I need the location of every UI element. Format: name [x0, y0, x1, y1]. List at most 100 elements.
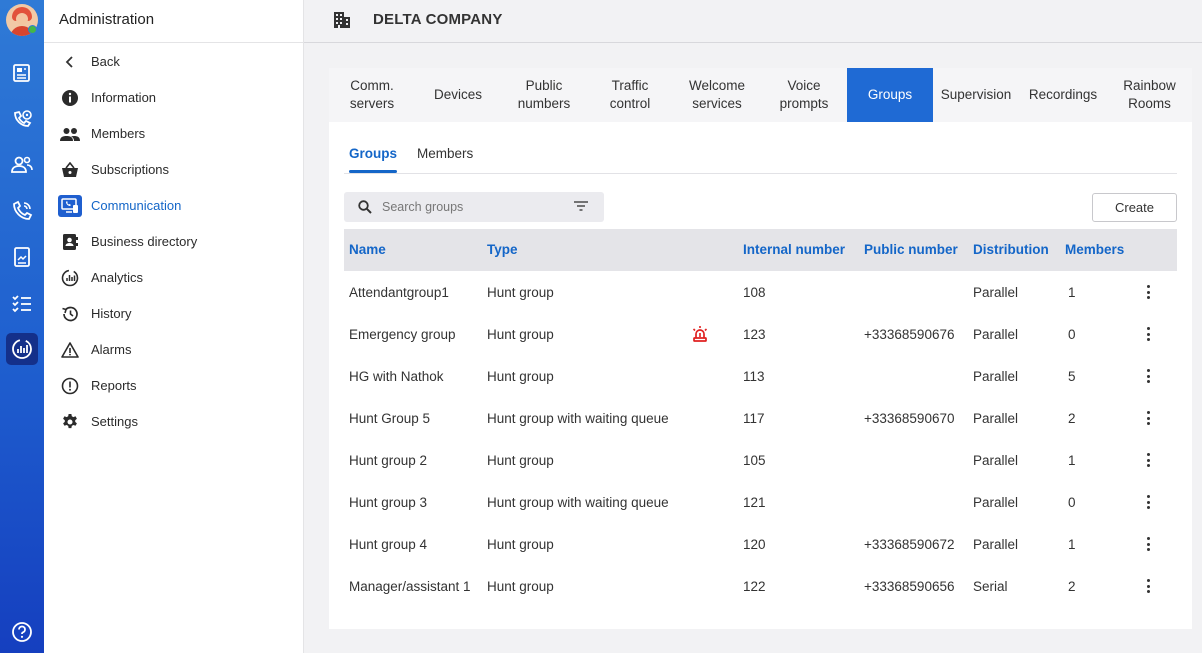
tab-label: Rainbow Rooms [1123, 78, 1176, 111]
column-header-internal-number[interactable]: Internal number [743, 242, 845, 257]
create-button[interactable]: Create [1092, 193, 1177, 222]
tab-voice-prompts[interactable]: Voice prompts [761, 68, 847, 122]
cell-name: Emergency group [349, 327, 456, 342]
admin-dashboard-icon[interactable] [6, 333, 38, 365]
tab-traffic-control[interactable]: Traffic control [587, 68, 673, 122]
cell-distribution: Serial [973, 579, 1008, 594]
cell-type: Hunt group [487, 369, 554, 384]
cell-name: HG with Nathok [349, 369, 444, 384]
call-icon[interactable] [6, 195, 38, 227]
subtab-members[interactable]: Members [417, 146, 473, 161]
directory-icon [60, 232, 80, 252]
people-icon [60, 124, 80, 144]
menu-item-analytics[interactable]: Analytics [44, 264, 304, 292]
menu-item-business-directory[interactable]: Business directory [44, 228, 304, 256]
cell-type: Hunt group [487, 453, 554, 468]
menu-title: Administration [44, 0, 303, 43]
menu-item-settings[interactable]: Settings [44, 408, 304, 436]
table-row[interactable]: HG with Nathok Hunt group 113 Parallel 5 [344, 355, 1177, 397]
emergency-alarm-icon [691, 325, 709, 346]
menu-item-alarms[interactable]: Alarms [44, 336, 304, 364]
company-header: DELTA COMPANY [304, 0, 1202, 43]
row-more-options-icon[interactable] [1141, 409, 1155, 427]
row-more-options-icon[interactable] [1141, 283, 1155, 301]
cell-distribution: Parallel [973, 495, 1019, 510]
avatar-face [16, 13, 28, 25]
presence-online-dot [28, 25, 37, 34]
column-header-members[interactable]: Members [1065, 242, 1124, 257]
column-header-distribution[interactable]: Distribution [973, 242, 1049, 257]
checklist-icon[interactable] [6, 287, 38, 319]
cell-internal-number: 117 [743, 411, 765, 426]
phone-settings-icon[interactable] [6, 103, 38, 135]
tab-supervision[interactable]: Supervision [933, 68, 1019, 122]
menu-item-history[interactable]: History [44, 300, 304, 328]
menu-item-label: History [91, 306, 132, 321]
row-more-options-icon[interactable] [1141, 493, 1155, 511]
warning-icon [60, 340, 80, 360]
cell-public-number: +33368590676 [864, 327, 955, 342]
tab-label: Comm. servers [349, 78, 395, 111]
menu-item-information[interactable]: Information [44, 84, 304, 112]
table-row[interactable]: Manager/assistant 1 Hunt group 122 +3336859… [344, 565, 1177, 607]
cell-name: Hunt group 3 [349, 495, 428, 510]
cell-type: Hunt group with waiting queue [487, 495, 669, 510]
communication-icon [58, 195, 82, 217]
cell-members: 2 [1068, 579, 1076, 594]
tab-devices[interactable]: Devices [415, 68, 501, 122]
search-box [344, 192, 604, 222]
cell-members: 1 [1068, 285, 1076, 300]
cell-members: 1 [1068, 537, 1076, 552]
row-more-options-icon[interactable] [1141, 451, 1155, 469]
cell-distribution: Parallel [973, 453, 1019, 468]
chevron-left-icon [60, 52, 80, 72]
subtab-groups[interactable]: Groups [349, 146, 398, 173]
column-header-name[interactable]: Name [349, 242, 386, 257]
table-row[interactable]: Hunt Group 5 Hunt group with waiting queu… [344, 397, 1177, 439]
cell-name: Hunt Group 5 [349, 411, 431, 426]
tab-public-numbers[interactable]: Public numbers [501, 68, 587, 122]
table-row[interactable]: Emergency group Hunt group 123 +33368590676… [344, 313, 1177, 355]
row-more-options-icon[interactable] [1141, 325, 1155, 343]
document-icon[interactable] [6, 241, 38, 273]
cell-type: Hunt group [487, 537, 554, 552]
tab-welcome-services[interactable]: Welcome services [673, 68, 761, 122]
menu-item-reports[interactable]: Reports [44, 372, 304, 400]
table-row[interactable]: Hunt group 3 Hunt group with waiting queu… [344, 481, 1177, 523]
tab-rainbow-rooms[interactable]: Rainbow Rooms [1107, 68, 1192, 122]
tab-groups[interactable]: Groups [847, 68, 933, 122]
groups-panel: Comm. servers Devices Public numbers Tra… [329, 68, 1192, 629]
menu-item-label: Subscriptions [91, 162, 170, 177]
menu-item-back[interactable]: Back [44, 48, 304, 76]
row-more-options-icon[interactable] [1141, 535, 1155, 553]
table-row[interactable]: Attendantgroup1 Hunt group 108 Parallel 1 [344, 271, 1177, 313]
news-icon[interactable] [6, 57, 38, 89]
tab-label: Recordings [1028, 87, 1098, 102]
column-header-type[interactable]: Type [487, 242, 518, 257]
menu-item-members[interactable]: Members [44, 120, 304, 148]
column-header-public-number[interactable]: Public number [864, 242, 958, 257]
menu-item-subscriptions[interactable]: Subscriptions [44, 156, 304, 184]
table-row[interactable]: Hunt group 2 Hunt group 105 Parallel 1 [344, 439, 1177, 481]
menu-item-label: Alarms [91, 342, 132, 357]
row-more-options-icon[interactable] [1141, 367, 1155, 385]
menu-item-communication[interactable]: Communication [44, 192, 304, 220]
cell-type: Hunt group [487, 285, 554, 300]
filter-icon[interactable] [573, 200, 589, 215]
company-name: DELTA COMPANY [373, 11, 503, 28]
search-input[interactable] [382, 198, 562, 216]
help-icon[interactable] [6, 616, 38, 648]
menu-item-label: Reports [91, 378, 137, 393]
table-row[interactable]: Hunt group 4 Hunt group 120 +33368590672 Par… [344, 523, 1177, 565]
contacts-icon[interactable] [6, 149, 38, 181]
cell-distribution: Parallel [973, 285, 1019, 300]
cell-distribution: Parallel [973, 411, 1019, 426]
tab-comm-servers[interactable]: Comm. servers [329, 68, 415, 122]
tab-recordings[interactable]: Recordings [1019, 68, 1107, 122]
cell-distribution: Parallel [973, 369, 1019, 384]
cell-name: Attendantgroup1 [349, 285, 449, 300]
cell-distribution: Parallel [973, 537, 1019, 552]
cell-members: 0 [1068, 327, 1076, 342]
row-more-options-icon[interactable] [1141, 577, 1155, 595]
menu-item-label: Settings [91, 414, 138, 429]
